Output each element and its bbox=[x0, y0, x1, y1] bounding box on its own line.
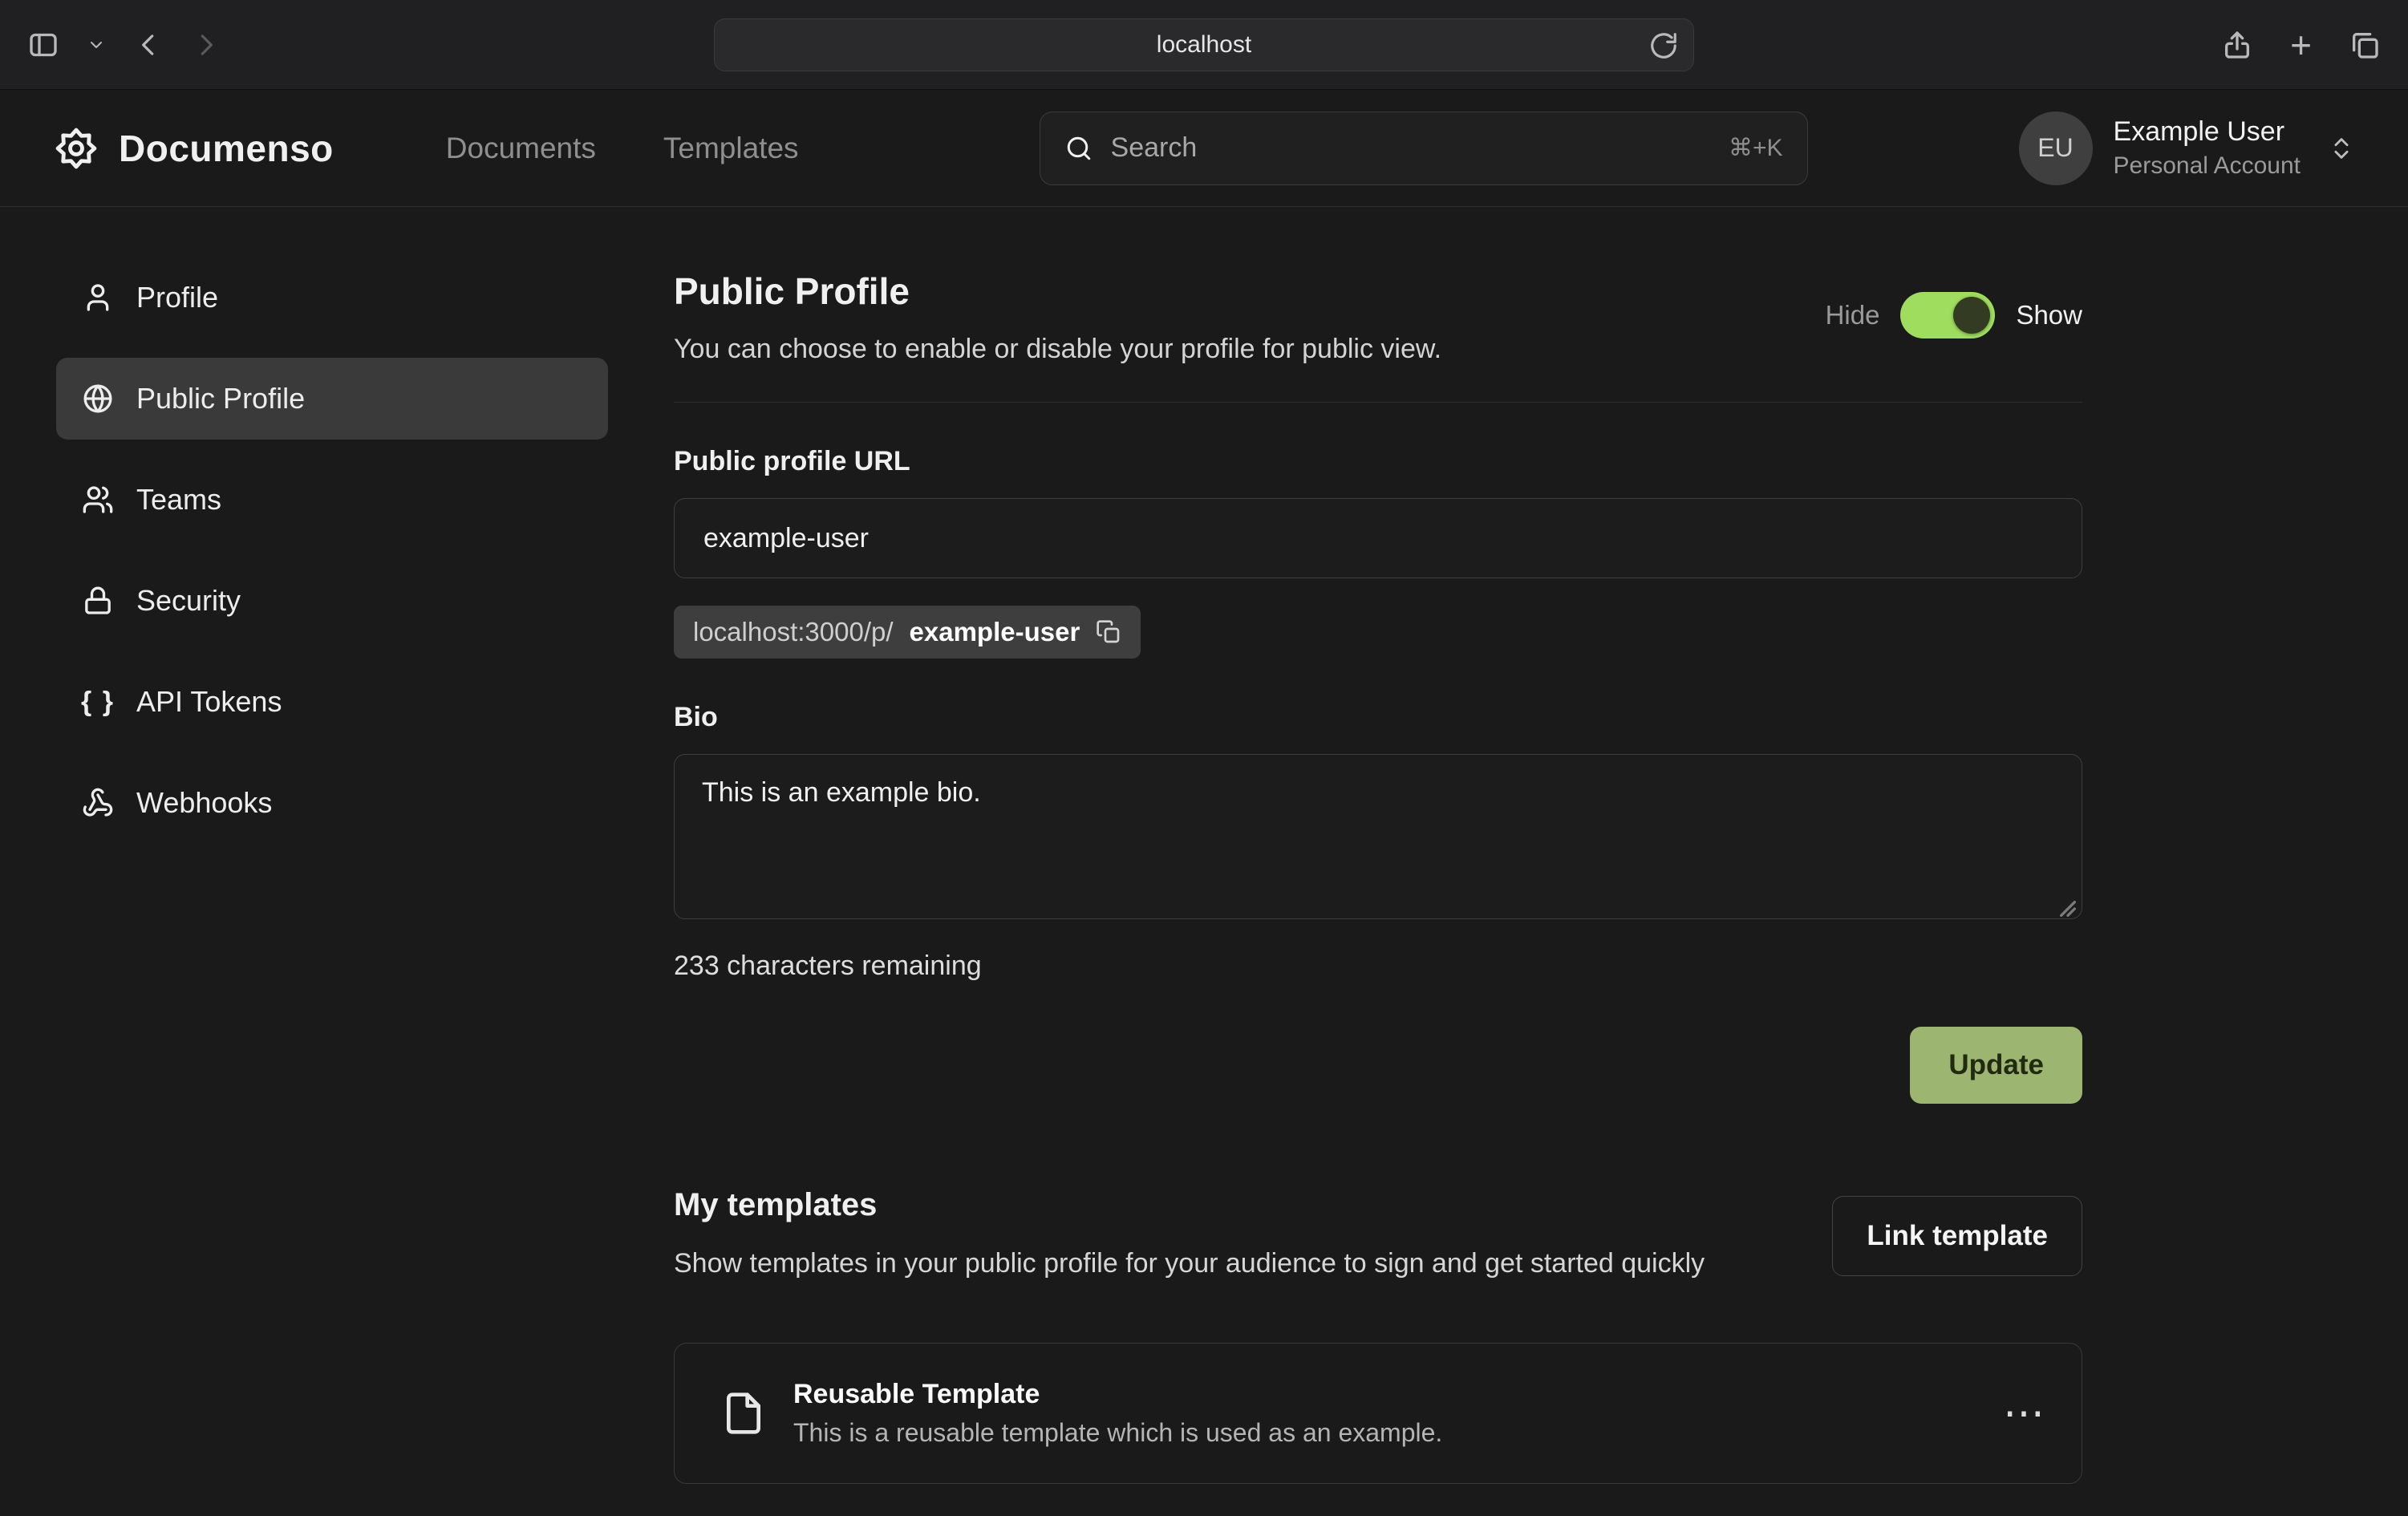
profile-url-slug: example-user bbox=[910, 617, 1080, 647]
public-profile-url-input[interactable] bbox=[674, 498, 2082, 578]
users-icon bbox=[82, 484, 114, 516]
content: Profile Public Profile Teams Security { … bbox=[0, 207, 2408, 1516]
sidebar-item-security[interactable]: Security bbox=[56, 560, 608, 642]
ellipsis-menu-icon[interactable]: ⋯ bbox=[2003, 1392, 2046, 1434]
sidebar-item-label: Webhooks bbox=[136, 786, 272, 820]
profile-url-prefix: localhost:3000/p/ bbox=[693, 617, 894, 647]
tabs-overview-icon[interactable] bbox=[2349, 29, 2381, 61]
back-icon[interactable] bbox=[133, 30, 164, 60]
my-templates-description: Show templates in your public profile fo… bbox=[674, 1242, 1705, 1285]
sidebar-item-label: API Tokens bbox=[136, 685, 282, 719]
reload-icon[interactable] bbox=[1648, 30, 1679, 61]
main-panel: Public Profile You can choose to enable … bbox=[674, 257, 2082, 1484]
lock-icon bbox=[82, 585, 114, 617]
public-profile-url-label: Public profile URL bbox=[674, 446, 2082, 477]
sidebar-item-public-profile[interactable]: Public Profile bbox=[56, 358, 608, 440]
sidebar-item-label: Security bbox=[136, 584, 241, 618]
profile-visibility-switch[interactable] bbox=[1900, 292, 1995, 338]
braces-icon: { } bbox=[82, 686, 114, 718]
forward-icon[interactable] bbox=[191, 30, 221, 60]
sidebar-toggle-icon[interactable] bbox=[27, 29, 59, 61]
search-icon bbox=[1064, 134, 1093, 163]
toggle-show-label: Show bbox=[2016, 300, 2082, 330]
sidebar-item-webhooks[interactable]: Webhooks bbox=[56, 762, 608, 844]
template-card: Reusable Template This is a reusable tem… bbox=[674, 1343, 2082, 1484]
update-button[interactable]: Update bbox=[1910, 1027, 2082, 1104]
template-name: Reusable Template bbox=[793, 1379, 1442, 1410]
link-template-button[interactable]: Link template bbox=[1832, 1196, 2082, 1276]
nav-templates[interactable]: Templates bbox=[663, 132, 799, 165]
avatar-initials: EU bbox=[2037, 133, 2073, 163]
file-icon bbox=[721, 1391, 766, 1436]
user-menu[interactable]: EU Example User Personal Account bbox=[2019, 111, 2355, 185]
browser-chrome: + bbox=[0, 0, 2408, 90]
profile-url-preview: localhost:3000/p/example-user bbox=[674, 606, 1141, 659]
switch-knob bbox=[1953, 297, 1990, 334]
search-input[interactable] bbox=[1111, 132, 1711, 164]
chevrons-up-down-icon bbox=[2328, 135, 2355, 162]
bio-label: Bio bbox=[674, 702, 2082, 733]
sidebar-item-label: Teams bbox=[136, 483, 221, 517]
address-bar[interactable] bbox=[714, 18, 1694, 71]
sidebar-item-label: Public Profile bbox=[136, 382, 305, 415]
sidebar-item-label: Profile bbox=[136, 281, 218, 314]
webhook-icon bbox=[82, 787, 114, 819]
new-tab-icon[interactable]: + bbox=[2290, 26, 2312, 63]
nav-documents[interactable]: Documents bbox=[446, 132, 596, 165]
toggle-hide-label: Hide bbox=[1826, 300, 1880, 330]
url-input[interactable] bbox=[715, 19, 1693, 71]
top-nav: Documents Templates bbox=[446, 132, 799, 165]
characters-remaining: 233 characters remaining bbox=[674, 951, 2082, 982]
user-icon bbox=[82, 282, 114, 314]
profile-visibility-toggle-row: Hide Show bbox=[1826, 292, 2082, 338]
brand[interactable]: Documenso bbox=[53, 125, 334, 172]
brand-name: Documenso bbox=[119, 127, 334, 170]
my-templates-title: My templates bbox=[674, 1187, 1705, 1223]
template-description: This is a reusable template which is use… bbox=[793, 1418, 1442, 1448]
copy-icon[interactable] bbox=[1096, 619, 1121, 645]
avatar: EU bbox=[2019, 111, 2093, 185]
documenso-logo-icon bbox=[53, 125, 99, 172]
global-search[interactable]: ⌘+K bbox=[1040, 111, 1808, 185]
resize-handle[interactable] bbox=[2060, 901, 2076, 917]
divider bbox=[674, 402, 2082, 403]
user-name: Example User bbox=[2114, 116, 2301, 148]
page-title: Public Profile bbox=[674, 270, 1441, 313]
search-shortcut: ⌘+K bbox=[1729, 134, 1783, 162]
sidebar-item-teams[interactable]: Teams bbox=[56, 459, 608, 541]
sidebar-item-api-tokens[interactable]: { } API Tokens bbox=[56, 661, 608, 743]
settings-sidebar: Profile Public Profile Teams Security { … bbox=[56, 257, 608, 863]
user-account-type: Personal Account bbox=[2114, 152, 2301, 180]
app-header: Documenso Documents Templates ⌘+K EU Exa… bbox=[0, 90, 2408, 207]
bio-textarea[interactable]: This is an example bio. bbox=[674, 754, 2082, 919]
page-subtitle: You can choose to enable or disable your… bbox=[674, 334, 1441, 365]
globe-icon bbox=[82, 383, 114, 415]
chevron-down-icon[interactable] bbox=[87, 35, 106, 55]
sidebar-item-profile[interactable]: Profile bbox=[56, 257, 608, 338]
share-icon[interactable] bbox=[2221, 29, 2253, 61]
